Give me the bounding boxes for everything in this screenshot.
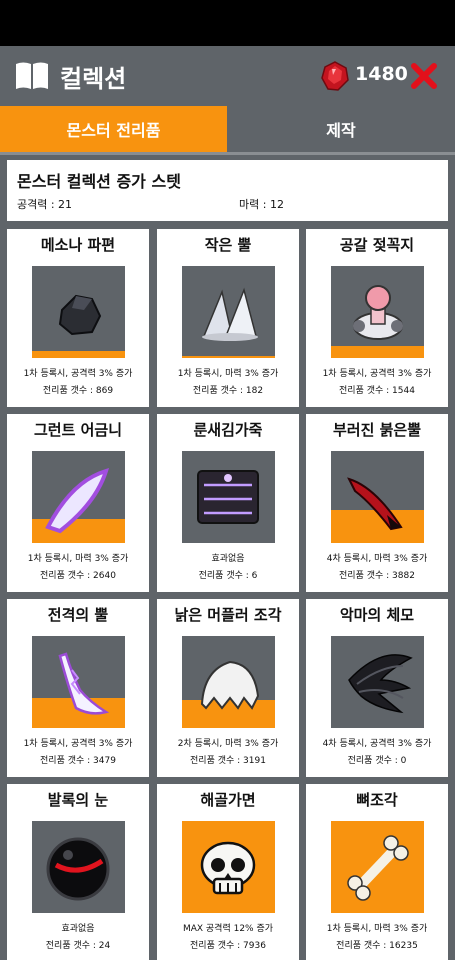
loot-name: 전격의 뿔 [47, 606, 109, 624]
header: 컬렉션 1480 [0, 46, 455, 106]
loot-name: 그런트 어금니 [33, 421, 123, 439]
broken-red-horn-icon [347, 477, 403, 531]
loot-card[interactable]: 해골가면 MAX 공격력 12% 증가전리품 갯수 : 7936 [157, 784, 299, 960]
loot-card[interactable]: 룬새김가죽효과없음전리품 갯수 : 6 [157, 414, 299, 592]
magic-stat: 마력 : 12 [239, 198, 284, 211]
book-icon [16, 62, 48, 89]
loot-name: 공갈 젖꼭지 [339, 236, 415, 254]
loot-effect: 4차 등록시, 마력 3% 증가 [326, 554, 428, 564]
tab-crafting[interactable]: 제작 [227, 106, 455, 152]
loot-image [331, 266, 424, 358]
loot-effect: 2차 등록시, 마력 3% 증가 [177, 739, 279, 749]
pacifier-icon [353, 285, 403, 340]
loot-count: 전리품 갯수 : 3882 [339, 571, 415, 581]
loot-effect: 1차 등록시, 공격력 3% 증가 [322, 369, 432, 379]
loot-effect: 1차 등록시, 마력 3% 증가 [27, 554, 129, 564]
loot-effect: 1차 등록시, 공격력 3% 증가 [23, 739, 133, 749]
loot-count: 전리품 갯수 : 3191 [190, 756, 266, 766]
gem-count: 1480 [355, 63, 408, 85]
loot-image [182, 821, 275, 913]
skull-mask-icon [200, 841, 256, 895]
stats-title: 몬스터 컬렉션 증가 스텟 [17, 172, 181, 191]
muffler-scrap-icon [200, 660, 260, 710]
loot-image [331, 451, 424, 543]
loot-count: 전리품 갯수 : 16235 [336, 941, 418, 951]
loot-image [182, 451, 275, 543]
loot-count: 전리품 갯수 : 1544 [339, 386, 415, 396]
close-icon[interactable] [410, 62, 438, 90]
loot-count: 전리품 갯수 : 182 [192, 386, 264, 396]
loot-name: 메소나 파편 [40, 236, 116, 254]
loot-card[interactable]: 부러진 붉은뿔 4차 등록시, 마력 3% 증가전리품 갯수 : 3882 [306, 414, 448, 592]
loot-card[interactable]: 악마의 체모 4차 등록시, 공격력 3% 증가전리품 갯수 : 0 [306, 599, 448, 777]
attack-stat: 공격력 : 21 [17, 198, 73, 211]
loot-effect: 효과없음 [211, 554, 245, 564]
balrog-eye-icon [46, 837, 110, 901]
loot-image [331, 821, 424, 913]
rune-leather-icon [197, 470, 259, 524]
loot-name: 룬새김가죽 [193, 421, 263, 439]
loot-image [32, 636, 125, 728]
loot-effect: 1차 등록시, 공격력 3% 증가 [23, 369, 133, 379]
loot-name: 악마의 체모 [339, 606, 415, 624]
loot-count: 전리품 갯수 : 24 [45, 941, 111, 951]
loot-card[interactable]: 메소나 파편 1차 등록시, 공격력 3% 증가전리품 갯수 : 869 [7, 229, 149, 407]
loot-name: 발록의 눈 [47, 791, 109, 809]
loot-name: 뼈조각 [356, 791, 398, 809]
loot-card[interactable]: 그런트 어금니 1차 등록시, 마력 3% 증가전리품 갯수 : 2640 [7, 414, 149, 592]
demon-hair-icon [348, 654, 413, 714]
loot-name: 해골가면 [200, 791, 256, 809]
loot-effect: 4차 등록시, 공격력 3% 증가 [322, 739, 432, 749]
loot-card[interactable]: 뼈조각 1차 등록시, 마력 3% 증가전리품 갯수 : 16235 [306, 784, 448, 960]
loot-name: 부러진 붉은뿔 [332, 421, 422, 439]
dark-stone-icon [58, 294, 102, 336]
loot-image [182, 636, 275, 728]
loot-count: 전리품 갯수 : 0 [347, 756, 407, 766]
loot-card[interactable]: 전격의 뿔 1차 등록시, 공격력 3% 증가전리품 갯수 : 3479 [7, 599, 149, 777]
loot-card[interactable]: 낡은 머플러 조각 2차 등록시, 마력 3% 증가전리품 갯수 : 3191 [157, 599, 299, 777]
loot-count: 전리품 갯수 : 7936 [190, 941, 266, 951]
loot-effect: MAX 공격력 12% 증가 [182, 924, 274, 934]
loot-card[interactable]: 작은 뿔 1차 등록시, 마력 3% 증가전리품 갯수 : 182 [157, 229, 299, 407]
loot-name: 낡은 머플러 조각 [174, 606, 282, 624]
status-bar [0, 0, 455, 46]
tab-divider [0, 152, 455, 155]
loot-image [182, 266, 275, 358]
bone-icon [347, 835, 409, 901]
loot-name: 작은 뿔 [204, 236, 252, 254]
collection-stats-panel: 몬스터 컬렉션 증가 스텟 공격력 : 21 마력 : 12 [7, 160, 448, 221]
page-title: 컬렉션 [60, 65, 127, 93]
loot-card[interactable]: 공갈 젖꼭지 1차 등록시, 공격력 3% 증가전리품 갯수 : 1544 [306, 229, 448, 407]
loot-count: 전리품 갯수 : 6 [198, 571, 258, 581]
small-horn-icon [202, 287, 258, 341]
loot-effect: 1차 등록시, 마력 3% 증가 [326, 924, 428, 934]
loot-count: 전리품 갯수 : 869 [42, 386, 114, 396]
tab-monster-loot[interactable]: 몬스터 전리품 [0, 106, 227, 152]
loot-image [32, 821, 125, 913]
red-gem-icon [321, 61, 349, 91]
loot-image [331, 636, 424, 728]
loot-effect: 1차 등록시, 마력 3% 증가 [177, 369, 279, 379]
lightning-horn-icon [58, 652, 110, 715]
loot-effect: 효과없음 [61, 924, 95, 934]
loot-image [32, 451, 125, 543]
loot-card[interactable]: 발록의 눈효과없음전리품 갯수 : 24 [7, 784, 149, 960]
tab-bar: 몬스터 전리품 제작 [0, 106, 455, 155]
loot-count: 전리품 갯수 : 2640 [40, 571, 116, 581]
loot-count: 전리품 갯수 : 3479 [40, 756, 116, 766]
loot-image [32, 266, 125, 358]
molar-tusk-icon [45, 468, 110, 534]
